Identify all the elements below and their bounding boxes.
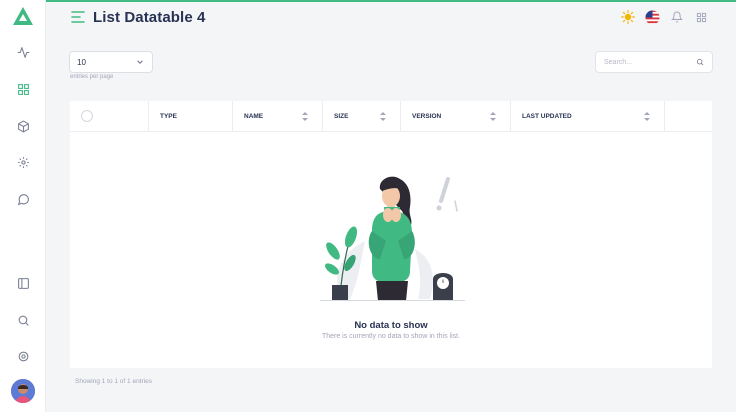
- column-type[interactable]: TYPE: [149, 101, 233, 132]
- bell-icon[interactable]: [669, 9, 685, 25]
- sun-icon[interactable]: [620, 9, 636, 25]
- pagination-summary: Showing 1 to 1 of 1 entries: [75, 378, 152, 385]
- settings-cog-icon[interactable]: [15, 154, 31, 170]
- settings-icon[interactable]: [15, 348, 31, 364]
- sort-icon: [490, 112, 496, 121]
- chevron-down-icon: [137, 60, 143, 64]
- grid-icon[interactable]: [15, 81, 31, 97]
- search-icon[interactable]: [15, 312, 31, 328]
- datatable: TYPE NAME SIZE VERSION LAST UPDATED No d…: [70, 101, 712, 368]
- menu-toggle-icon[interactable]: [71, 10, 85, 24]
- entries-per-page-select[interactable]: 10: [69, 51, 153, 73]
- search-placeholder: Search...: [604, 59, 633, 66]
- search-input-icon: [696, 58, 704, 66]
- entries-select-value: 10: [77, 58, 86, 67]
- sidebar: [0, 0, 46, 412]
- sort-icon: [380, 112, 386, 121]
- app-logo-icon[interactable]: [13, 7, 33, 25]
- column-last-updated-label: LAST UPDATED: [522, 113, 572, 120]
- table-header: TYPE NAME SIZE VERSION LAST UPDATED: [70, 101, 712, 132]
- empty-state-title: No data to show: [354, 320, 428, 331]
- column-size[interactable]: SIZE: [323, 101, 401, 132]
- column-type-label: TYPE: [160, 113, 177, 120]
- empty-state-illustration: [320, 176, 465, 301]
- message-circle-icon[interactable]: [15, 191, 31, 207]
- column-version-label: VERSION: [412, 113, 442, 120]
- search-input[interactable]: Search...: [595, 51, 713, 73]
- sort-icon: [302, 112, 308, 121]
- box-icon[interactable]: [15, 118, 31, 134]
- entries-per-page-label: entries per page: [70, 74, 114, 80]
- sidebar-panel-icon[interactable]: [15, 275, 31, 291]
- column-name[interactable]: NAME: [233, 101, 323, 132]
- us-flag-icon[interactable]: [644, 9, 660, 25]
- column-size-label: SIZE: [334, 113, 349, 120]
- column-name-label: NAME: [244, 113, 264, 120]
- top-accent-line: [0, 0, 736, 2]
- column-last-updated[interactable]: LAST UPDATED: [511, 101, 665, 132]
- column-version[interactable]: VERSION: [401, 101, 511, 132]
- apps-grid-icon[interactable]: [693, 9, 709, 25]
- activity-icon[interactable]: [15, 44, 31, 60]
- user-avatar[interactable]: [11, 379, 35, 403]
- select-all-checkbox[interactable]: [81, 110, 93, 122]
- page-title: List Datatable 4: [93, 9, 206, 26]
- sort-icon: [644, 112, 650, 121]
- select-all-column: [70, 101, 149, 132]
- empty-state-subtitle: There is currently no data to show in th…: [321, 333, 461, 340]
